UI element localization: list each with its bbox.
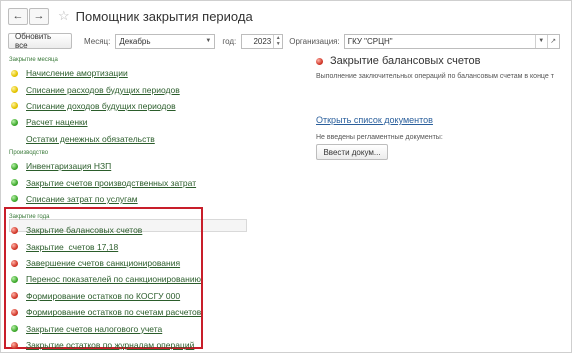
year-label: год: bbox=[222, 36, 237, 46]
task-link[interactable]: Остатки денежных обязательств bbox=[26, 134, 155, 144]
status-yellow-icon bbox=[11, 69, 18, 77]
chevron-down-icon[interactable]: ▼ bbox=[202, 35, 214, 48]
list-item[interactable]: Закрытие балансовых счетов bbox=[8, 222, 244, 238]
month-select[interactable]: Декабрь ▼ bbox=[115, 33, 216, 49]
open-documents-link[interactable]: Открыть список документов bbox=[316, 115, 572, 125]
list-item[interactable]: Формирование остатков по КОСГУ 000 bbox=[8, 288, 244, 304]
open-link-icon[interactable]: ↗ bbox=[546, 34, 559, 48]
task-link[interactable]: Формирование остатков по КОСГУ 000 bbox=[26, 291, 180, 301]
status-green-icon bbox=[11, 195, 18, 203]
task-link[interactable]: Закрытие счетов налогового учета bbox=[26, 324, 162, 334]
year-spinner-icon[interactable]: ▲ ▼ bbox=[273, 34, 282, 48]
task-link[interactable]: Расчет наценки bbox=[26, 117, 87, 127]
status-green-icon bbox=[11, 162, 18, 170]
month-label: Месяц: bbox=[84, 36, 111, 46]
task-link[interactable]: Списание затрат по услугам bbox=[26, 194, 138, 204]
status-red-icon bbox=[11, 341, 18, 349]
status-yellow-icon bbox=[11, 86, 18, 94]
list-item[interactable]: Остатки денежных обязательств bbox=[8, 131, 244, 147]
status-red-icon bbox=[11, 226, 18, 234]
status-red-icon bbox=[11, 259, 18, 267]
detail-panel: Закрытие балансовых счетов Выполнение за… bbox=[316, 54, 572, 160]
refresh-all-button[interactable]: Обновить все bbox=[8, 32, 72, 50]
task-link[interactable]: Инвентаризация НЗП bbox=[26, 161, 111, 171]
task-link[interactable]: Формирование остатков по счетам расчетов bbox=[26, 307, 201, 317]
task-link[interactable]: Перенос показателей по санкционированию bbox=[26, 274, 201, 284]
list-item[interactable]: Закрытие счетов производственных затрат bbox=[8, 174, 244, 190]
organization-label: Организация: bbox=[289, 36, 340, 46]
forward-arrow-icon[interactable]: → bbox=[29, 7, 49, 25]
status-red-icon bbox=[11, 243, 18, 251]
list-item[interactable]: Списание расходов будущих периодов bbox=[8, 81, 244, 97]
status-red-icon bbox=[316, 57, 323, 65]
section-title-year: Закрытие года bbox=[9, 214, 50, 221]
detail-note: Не введены регламентные документы: bbox=[316, 134, 443, 141]
list-item[interactable]: Закрытие остатков по журналам операций bbox=[8, 337, 244, 353]
task-link[interactable]: Списание расходов будущих периодов bbox=[26, 85, 180, 95]
toolbar: Обновить все Месяц: Декабрь ▼ год: 2023 … bbox=[8, 32, 560, 50]
task-link[interactable]: Завершение счетов санкционирования bbox=[26, 258, 180, 268]
list-item[interactable]: Перенос показателей по санкционированию bbox=[8, 271, 244, 287]
status-red-icon bbox=[11, 292, 18, 300]
list-item[interactable]: Начисление амортизации bbox=[8, 65, 244, 81]
organization-value: ГКУ "СРЦН" bbox=[347, 36, 393, 46]
back-arrow-icon[interactable]: ← bbox=[8, 7, 28, 25]
list-item[interactable]: Формирование остатков по счетам расчетов bbox=[8, 304, 244, 320]
detail-title: Закрытие балансовых счетов bbox=[330, 55, 481, 67]
task-link[interactable]: Закрытие счетов производственных затрат bbox=[26, 178, 196, 188]
status-red-icon bbox=[11, 308, 18, 316]
list-item[interactable]: Списание затрат по услугам bbox=[8, 191, 244, 207]
status-green-icon bbox=[11, 118, 18, 126]
list-item[interactable]: Списание доходов будущих периодов bbox=[8, 98, 244, 114]
status-green-icon bbox=[11, 325, 18, 333]
status-yellow-icon bbox=[11, 102, 18, 110]
month-value: Декабрь bbox=[119, 36, 151, 46]
task-link[interactable]: Закрытие счетов 17,18 bbox=[26, 242, 118, 252]
tasks-panel: Закрытие месяца Начисление амортизации С… bbox=[8, 56, 244, 353]
task-link[interactable]: Закрытие остатков по журналам операций bbox=[26, 340, 194, 350]
window-title: Помощник закрытия периода bbox=[75, 8, 253, 24]
task-link[interactable]: Закрытие балансовых счетов bbox=[26, 225, 142, 235]
task-link[interactable]: Начисление амортизации bbox=[26, 68, 128, 78]
chevron-down-icon[interactable]: ▼ bbox=[534, 34, 547, 48]
detail-header: Закрытие балансовых счетов bbox=[316, 54, 572, 68]
year-field[interactable]: 2023 ▲ ▼ bbox=[241, 33, 284, 49]
year-value: 2023 bbox=[253, 36, 272, 46]
list-item[interactable]: Расчет наценки bbox=[8, 114, 244, 130]
status-empty-icon bbox=[11, 135, 18, 142]
section-title-production: Производство bbox=[9, 149, 49, 156]
detail-description: Выполнение заключительных операций по ба… bbox=[316, 73, 554, 80]
status-green-icon bbox=[11, 275, 18, 283]
title-bar: ← → ☆ Помощник закрытия периода bbox=[8, 6, 253, 26]
task-link[interactable]: Списание доходов будущих периодов bbox=[26, 101, 176, 111]
status-green-icon bbox=[11, 179, 18, 187]
list-item[interactable]: Закрытие счетов 17,18 bbox=[8, 239, 244, 255]
enter-document-button[interactable]: Ввести докум... bbox=[316, 144, 388, 160]
organization-field[interactable]: ГКУ "СРЦН" ▼ ↗ bbox=[343, 33, 560, 49]
list-item[interactable]: Инвентаризация НЗП bbox=[8, 158, 244, 174]
list-item[interactable]: Закрытие счетов налогового учета bbox=[8, 320, 244, 336]
favorite-star-icon[interactable]: ☆ bbox=[58, 8, 70, 24]
section-title-month: Закрытие месяца bbox=[9, 57, 58, 63]
list-item[interactable]: Завершение счетов санкционирования bbox=[8, 255, 244, 271]
